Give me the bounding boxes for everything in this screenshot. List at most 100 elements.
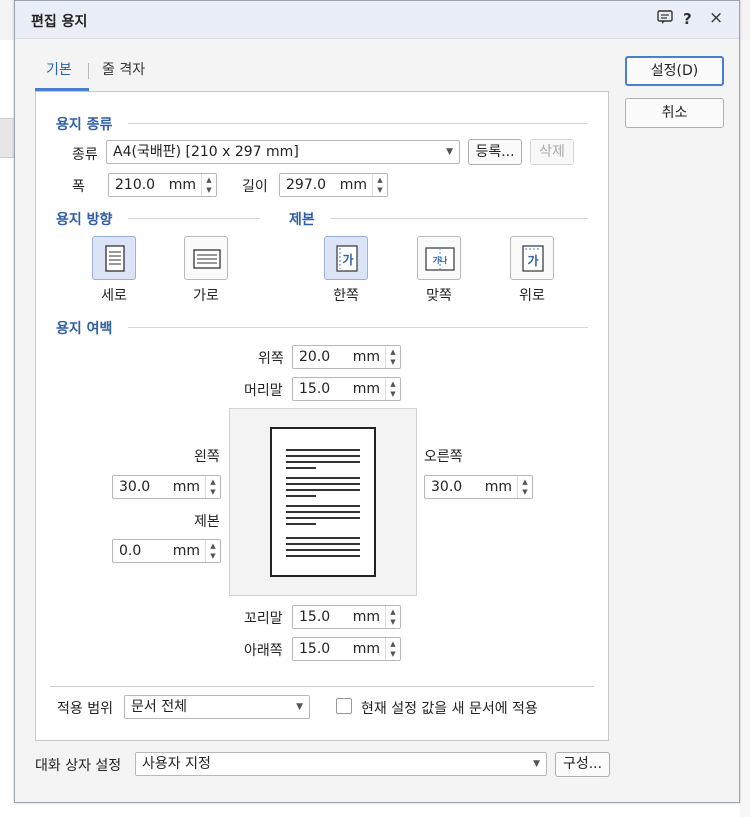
paper-type-value: A4(국배판) [210 x 297 mm] <box>113 144 299 160</box>
binding-top-label: 위로 <box>519 288 545 304</box>
dialog-settings-value: 사용자 지정 <box>142 756 211 772</box>
binding-single-label: 한쪽 <box>333 288 359 304</box>
paper-width-value: 210.0 <box>115 177 156 193</box>
delete-button[interactable]: 삭제 <box>530 139 574 165</box>
dialog-title: 편집 용지 <box>31 14 88 30</box>
margin-footer-stepper[interactable]: 15.0 mm ▲ ▼ <box>292 605 401 629</box>
help-icon[interactable]: ? <box>683 10 692 28</box>
dialog-settings-select[interactable]: 사용자 지정 ▼ <box>135 752 547 776</box>
margin-top-stepper[interactable]: 20.0 mm ▲ ▼ <box>292 345 401 369</box>
dialog-titlebar[interactable]: 편집 용지 ? × <box>15 1 739 39</box>
chevron-down-icon: ▼ <box>296 702 303 712</box>
margin-header-stepper[interactable]: 15.0 mm ▲ ▼ <box>292 377 401 401</box>
margin-bottom-stepper[interactable]: 15.0 mm ▲ ▼ <box>292 637 401 661</box>
margin-left-value: 30.0 <box>119 479 151 495</box>
margin-right-value: 30.0 <box>431 479 463 495</box>
apply-scope-value: 문서 전체 <box>131 699 187 715</box>
spin-arrows-icon[interactable]: ▲ ▼ <box>201 174 216 196</box>
orientation-portrait-button[interactable] <box>92 236 136 280</box>
unit-label: mm <box>339 177 367 193</box>
comment-icon[interactable] <box>657 10 673 28</box>
page-preview <box>229 408 417 596</box>
background-scroll-strip <box>740 40 750 817</box>
chevron-down-icon: ▼ <box>446 147 453 157</box>
divider <box>128 327 588 328</box>
unit-label: mm <box>172 479 200 495</box>
page-preview-sheet <box>270 427 376 577</box>
register-button[interactable]: 등록... <box>468 139 522 165</box>
binding-facing-label: 맞쪽 <box>426 288 452 304</box>
landscape-page-icon <box>193 249 221 269</box>
paper-height-value: 297.0 <box>286 177 327 193</box>
spin-arrows-icon[interactable]: ▲ ▼ <box>372 174 387 196</box>
orientation-landscape-button[interactable] <box>184 236 228 280</box>
divider <box>50 686 594 687</box>
margin-footer-value: 15.0 <box>299 609 331 625</box>
spin-arrows-icon[interactable]: ▲ ▼ <box>205 540 220 562</box>
unit-label: mm <box>352 609 380 625</box>
margin-footer-label: 꼬리말 <box>244 611 283 627</box>
unit-label: mm <box>352 349 380 365</box>
paper-width-stepper[interactable]: 210.0 mm ▲ ▼ <box>108 173 217 197</box>
paper-type-label: 종류 <box>72 147 98 163</box>
tab-line-grid[interactable]: 줄 격자 <box>102 59 145 79</box>
facing-pages-binding-icon: 가나 <box>425 247 455 271</box>
margin-header-value: 15.0 <box>299 381 331 397</box>
cancel-button[interactable]: 취소 <box>625 98 724 128</box>
tab-basic[interactable]: 기본 <box>46 59 72 79</box>
divider <box>128 123 588 124</box>
spin-arrows-icon[interactable]: ▲ ▼ <box>517 476 532 498</box>
spin-arrows-icon[interactable]: ▲ ▼ <box>205 476 220 498</box>
svg-text:가나: 가나 <box>433 255 448 265</box>
section-binding: 제본 <box>289 212 315 228</box>
paper-type-select[interactable]: A4(국배판) [210 x 297 mm] ▼ <box>106 140 460 164</box>
apply-scope-select[interactable]: 문서 전체 ▼ <box>124 695 310 719</box>
margin-top-label: 위쪽 <box>258 351 284 367</box>
section-margins: 용지 여백 <box>56 321 113 337</box>
paper-height-stepper[interactable]: 297.0 mm ▲ ▼ <box>279 173 388 197</box>
unit-label: mm <box>484 479 512 495</box>
spin-arrows-icon[interactable]: ▲ ▼ <box>385 346 400 368</box>
spin-arrows-icon[interactable]: ▲ ▼ <box>385 378 400 400</box>
svg-text:가: 가 <box>527 253 538 268</box>
spin-arrows-icon[interactable]: ▲ ▼ <box>385 606 400 628</box>
width-label: 폭 <box>72 179 85 195</box>
margin-gutter-label: 제본 <box>194 514 220 530</box>
orientation-portrait-label: 세로 <box>101 288 127 304</box>
apply-scope-label: 적용 범위 <box>57 701 113 717</box>
svg-text:가: 가 <box>342 252 353 267</box>
height-label: 길이 <box>242 179 268 195</box>
divider <box>330 218 588 219</box>
ok-button[interactable]: 설정(D) <box>625 56 724 86</box>
margin-gutter-value: 0.0 <box>119 543 142 559</box>
margin-left-label: 왼쪽 <box>194 449 220 465</box>
divider <box>128 218 260 219</box>
dialog-settings-label: 대화 상자 설정 <box>35 758 122 774</box>
margin-gutter-stepper[interactable]: 0.0 mm ▲ ▼ <box>112 539 221 563</box>
margin-left-stepper[interactable]: 30.0 mm ▲ ▼ <box>112 475 221 499</box>
binding-facing-button[interactable]: 가나 <box>417 236 461 280</box>
margin-bottom-value: 15.0 <box>299 641 331 657</box>
page-setup-dialog: 편집 용지 ? × 기본 줄 격자 설정(D) 취소 용지 종류 종류 A4(국… <box>14 0 740 803</box>
section-paper-type: 용지 종류 <box>56 117 113 133</box>
unit-label: mm <box>172 543 200 559</box>
tab-separator <box>88 63 89 79</box>
margin-right-stepper[interactable]: 30.0 mm ▲ ▼ <box>424 475 533 499</box>
spin-arrows-icon[interactable]: ▲ ▼ <box>385 638 400 660</box>
binding-top-button[interactable]: 가 <box>510 236 554 280</box>
unit-label: mm <box>352 381 380 397</box>
margin-header-label: 머리말 <box>244 383 283 399</box>
margin-right-label: 오른쪽 <box>424 449 463 465</box>
margin-bottom-label: 아래쪽 <box>244 643 283 659</box>
portrait-page-icon <box>105 245 125 272</box>
close-icon[interactable]: × <box>709 8 723 28</box>
section-orientation: 용지 방향 <box>56 212 113 228</box>
binding-single-button[interactable]: 가 <box>324 236 368 280</box>
single-side-binding-icon: 가 <box>336 245 358 272</box>
configure-button[interactable]: 구성... <box>555 752 610 777</box>
apply-new-doc-checkbox[interactable] <box>336 698 352 714</box>
unit-label: mm <box>168 177 196 193</box>
orientation-landscape-label: 가로 <box>193 288 219 304</box>
apply-new-doc-label: 현재 설정 값을 새 문서에 적용 <box>361 701 538 717</box>
chevron-down-icon: ▼ <box>533 759 540 769</box>
